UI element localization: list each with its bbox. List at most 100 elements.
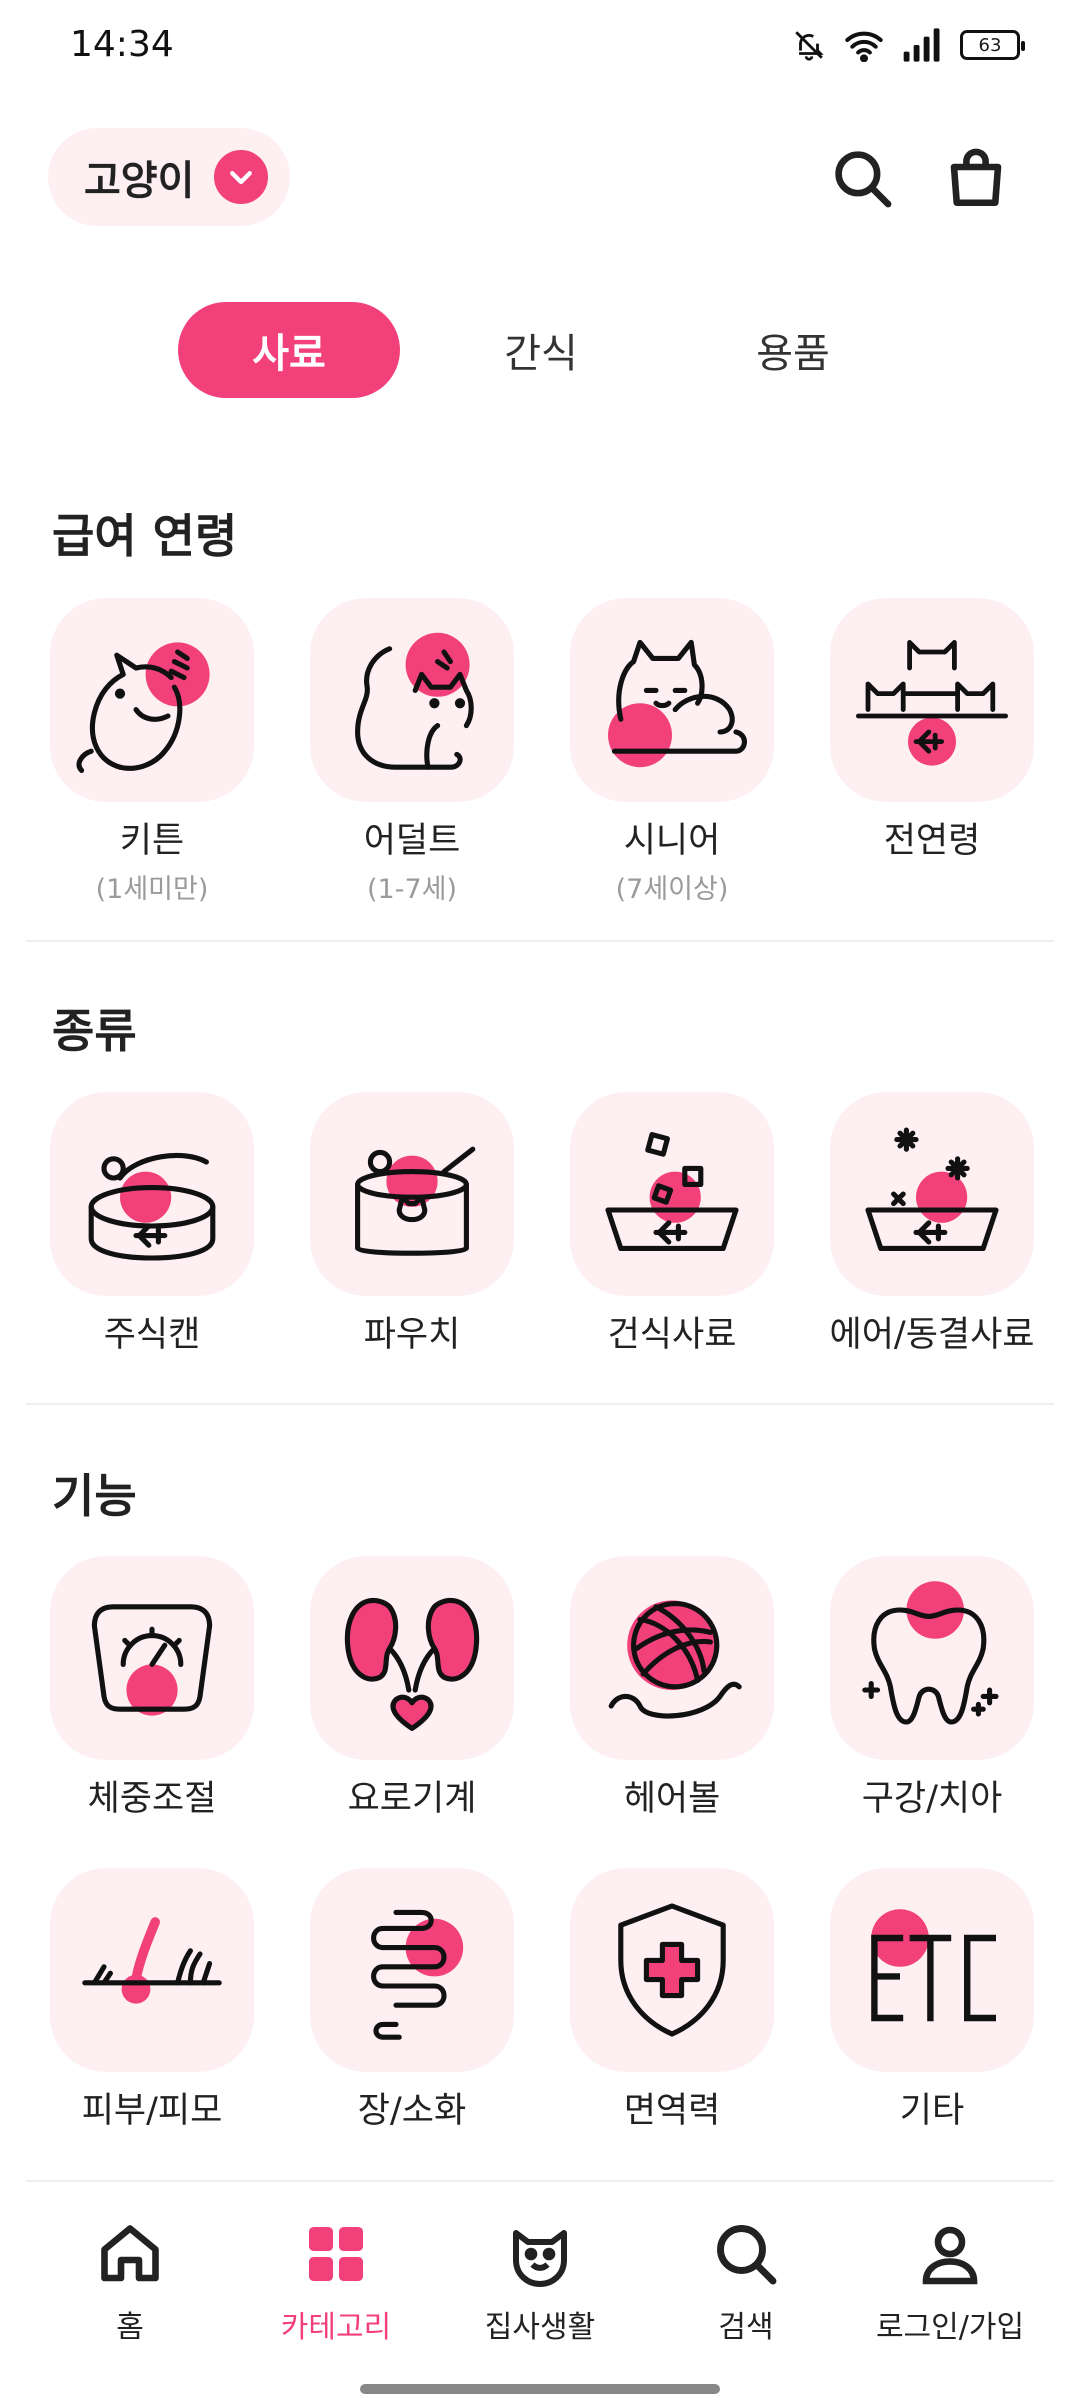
wifi-icon bbox=[845, 31, 883, 62]
category-item-digestion[interactable]: 장/소화 bbox=[282, 1868, 542, 2133]
section-divider bbox=[26, 1403, 1054, 1405]
category-item-label: 건식사료 bbox=[607, 1315, 737, 1355]
section-title-function: 기능 bbox=[52, 1469, 137, 1523]
category-item-senior[interactable]: 시니어 (7세이상) bbox=[542, 598, 802, 906]
category-tile bbox=[310, 598, 514, 802]
nav-search[interactable]: 검색 bbox=[656, 2218, 836, 2346]
nav-login[interactable]: 로그인/가입 bbox=[860, 2218, 1040, 2346]
category-tile bbox=[830, 1556, 1034, 1760]
section-title-type: 종류 bbox=[52, 1004, 137, 1058]
signal-icon bbox=[903, 28, 940, 62]
category-item-dry-food[interactable]: 건식사료 bbox=[542, 1092, 802, 1357]
cart-button[interactable] bbox=[936, 138, 1016, 218]
nav-category[interactable]: 카테고리 bbox=[246, 2218, 426, 2346]
category-item-label: 면역력 bbox=[623, 2091, 721, 2131]
app-header: 고양이 bbox=[0, 120, 1080, 240]
search-icon bbox=[835, 151, 892, 208]
kitten-icon bbox=[76, 642, 210, 773]
all-ages-icon bbox=[856, 640, 1008, 766]
category-tile bbox=[830, 1092, 1034, 1296]
nav-label: 홈 bbox=[116, 2310, 144, 2345]
home-indicator bbox=[360, 2384, 720, 2394]
category-item-label: 기타 bbox=[899, 2091, 965, 2131]
section-title-age: 급여 연령 bbox=[52, 509, 238, 563]
category-item-can[interactable]: 주식캔 bbox=[22, 1092, 282, 1357]
category-item-label: 구강/치아 bbox=[861, 1779, 1003, 1819]
category-grid-icon bbox=[309, 2227, 363, 2281]
category-tile bbox=[50, 1868, 254, 2072]
category-item-etc[interactable]: 기타 bbox=[802, 1868, 1062, 2133]
category-tile bbox=[310, 1092, 514, 1296]
category-tile bbox=[830, 1868, 1034, 2072]
category-tile bbox=[570, 1556, 774, 1760]
search-icon bbox=[717, 2225, 777, 2285]
freeze-dried-bowl-icon bbox=[865, 1127, 999, 1251]
category-item-label: 파우치 bbox=[363, 1315, 461, 1355]
nav-label: 카테고리 bbox=[280, 2310, 392, 2345]
category-item-adult[interactable]: 어덜트 (1-7세) bbox=[282, 598, 542, 906]
pet-type-label: 고양이 bbox=[84, 158, 195, 204]
category-item-freeze-dried[interactable]: 에어/동결사료 bbox=[802, 1092, 1062, 1357]
home-icon bbox=[101, 2225, 159, 2282]
category-tile bbox=[50, 1092, 254, 1296]
category-tabs: 사료 간식 용품 bbox=[0, 302, 1080, 402]
category-item-label: 키튼 bbox=[119, 821, 185, 861]
category-item-weight-control[interactable]: 체중조절 bbox=[22, 1556, 282, 1821]
section-divider bbox=[26, 2180, 1054, 2182]
battery-indicator: 63 bbox=[960, 30, 1025, 60]
category-item-sublabel: (1세미만) bbox=[95, 874, 209, 905]
etc-icon bbox=[871, 1909, 996, 2022]
category-tile bbox=[50, 1556, 254, 1760]
chevron-down-icon bbox=[214, 150, 269, 204]
dry-food-bowl-icon bbox=[605, 1132, 739, 1251]
category-tile bbox=[830, 598, 1034, 802]
category-tile bbox=[570, 1092, 774, 1296]
category-tile bbox=[570, 598, 774, 802]
nav-pet-life[interactable]: 집사생활 bbox=[450, 2218, 630, 2346]
nav-home[interactable]: 홈 bbox=[40, 2218, 220, 2346]
shopping-bag-icon bbox=[950, 148, 1002, 207]
mute-icon bbox=[795, 31, 824, 61]
category-item-all-ages[interactable]: 전연령 bbox=[802, 598, 1062, 863]
senior-cat-icon bbox=[608, 639, 747, 768]
category-item-label: 헤어볼 bbox=[623, 1779, 721, 1819]
tooth-icon bbox=[862, 1581, 999, 1725]
category-item-kitten[interactable]: 키튼 (1세미만) bbox=[22, 598, 282, 906]
category-tile bbox=[50, 598, 254, 802]
nav-label: 로그인/가입 bbox=[875, 2310, 1025, 2345]
search-button[interactable] bbox=[822, 138, 902, 218]
tab-snack[interactable]: 간식 bbox=[430, 302, 652, 398]
category-item-pouch[interactable]: 파우치 bbox=[282, 1092, 542, 1357]
tab-supplies[interactable]: 용품 bbox=[682, 302, 904, 398]
category-item-immunity[interactable]: 면역력 bbox=[542, 1868, 802, 2133]
category-item-urinary[interactable]: 요로기계 bbox=[282, 1556, 542, 1821]
can-icon bbox=[88, 1152, 216, 1261]
nav-label: 검색 bbox=[718, 2310, 774, 2345]
yarn-ball-icon bbox=[608, 1600, 742, 1719]
pet-type-selector[interactable]: 고양이 bbox=[48, 128, 291, 226]
shield-icon bbox=[618, 1903, 726, 2037]
status-bar: 14:34 63 bbox=[0, 0, 1080, 96]
bottom-navigation: 홈 카테고리 집사생활 검색 로그인/가입 bbox=[0, 2200, 1080, 2400]
scale-icon bbox=[91, 1604, 213, 1716]
category-item-skin-hair[interactable]: 피부/피모 bbox=[22, 1868, 282, 2133]
category-item-hairball[interactable]: 헤어볼 bbox=[542, 1556, 802, 1821]
category-item-oral-dental[interactable]: 구강/치아 bbox=[802, 1556, 1062, 1821]
status-time: 14:34 bbox=[70, 24, 174, 65]
category-item-sublabel: (7세이상) bbox=[615, 874, 729, 905]
pouch-icon bbox=[355, 1146, 476, 1256]
category-item-label: 시니어 bbox=[623, 821, 721, 861]
category-item-label: 전연령 bbox=[883, 821, 981, 861]
tab-food[interactable]: 사료 bbox=[178, 302, 400, 398]
category-item-label: 피부/피모 bbox=[81, 2091, 223, 2131]
category-item-label: 어덜트 bbox=[363, 821, 461, 861]
category-item-sublabel: (1-7세) bbox=[366, 874, 457, 905]
category-item-label: 체중조절 bbox=[87, 1779, 217, 1819]
category-tile bbox=[310, 1556, 514, 1760]
status-icons: 63 bbox=[792, 28, 1025, 62]
adult-cat-icon bbox=[355, 632, 474, 770]
intestine-icon bbox=[371, 1909, 464, 2040]
nav-label: 집사생활 bbox=[484, 2310, 596, 2345]
person-icon bbox=[922, 2226, 978, 2285]
category-item-label: 요로기계 bbox=[347, 1779, 477, 1819]
